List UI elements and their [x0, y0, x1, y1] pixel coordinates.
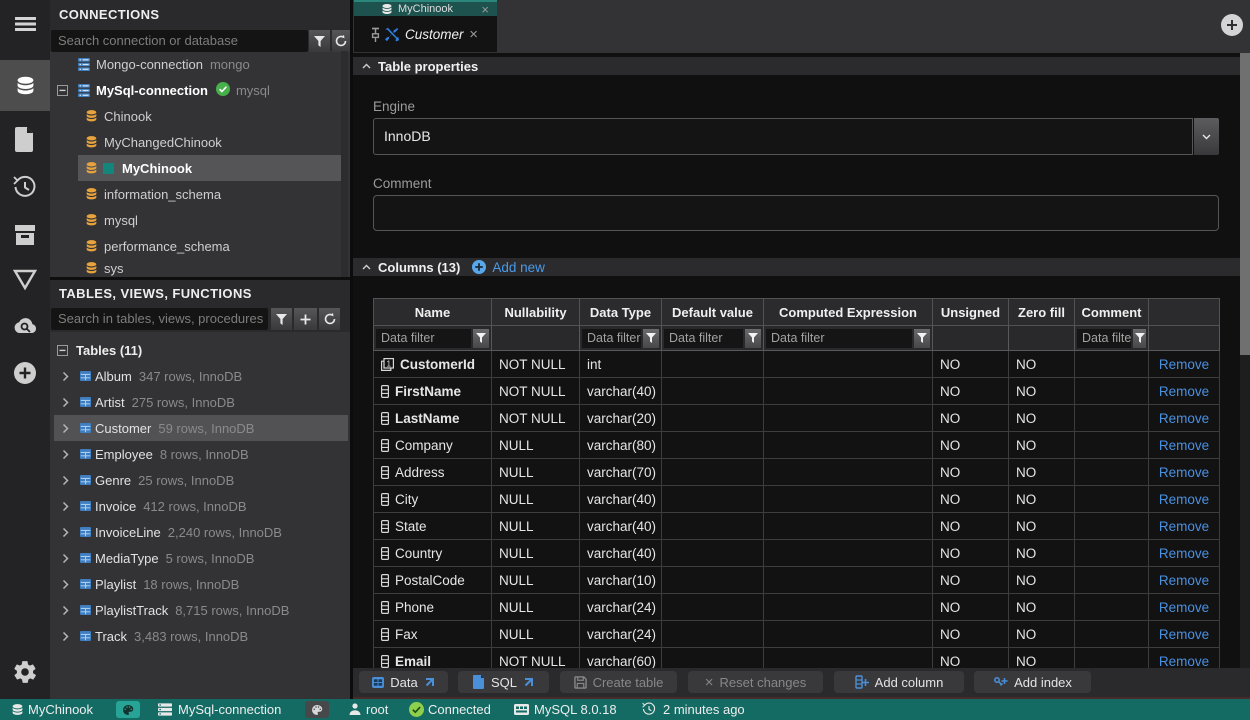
svg-text:1: 1 [386, 358, 391, 368]
